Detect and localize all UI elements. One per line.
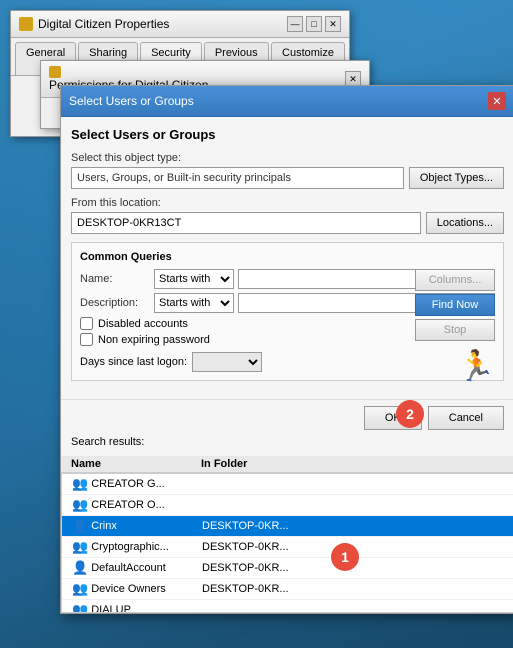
user-icon: 👥 — [72, 497, 88, 513]
result-row[interactable]: 👥 CREATOR G... — [62, 474, 513, 495]
cancel-btn[interactable]: Cancel — [428, 406, 504, 430]
object-types-btn[interactable]: Object Types... — [409, 167, 504, 189]
location-label: From this location: — [71, 197, 504, 209]
sug-title-label: Select Users or Groups — [69, 94, 194, 108]
user-icon: 👤 — [72, 560, 88, 576]
disabled-accounts-checkbox[interactable] — [80, 317, 93, 330]
dialog-footer: OK Cancel — [61, 399, 513, 436]
header-folder: In Folder — [201, 458, 490, 470]
dc-minimize-btn[interactable]: — — [287, 16, 303, 32]
dc-folder-icon — [19, 17, 33, 31]
result-row[interactable]: 👤 DefaultAccount DESKTOP-0KR... — [62, 558, 513, 579]
result-folder: DESKTOP-0KR... — [202, 583, 503, 595]
header-spacer — [490, 458, 504, 470]
non-expiring-label: Non expiring password — [98, 334, 210, 346]
badge-1: 1 — [331, 543, 359, 571]
user-icon: 👥 — [72, 539, 88, 555]
header-name: Name — [71, 458, 201, 470]
badge-2: 2 — [396, 400, 424, 428]
results-header: Name In Folder — [61, 456, 513, 473]
result-row[interactable]: 👤 Crinx DESKTOP-0KR... — [62, 516, 513, 537]
common-queries-label: Common Queries — [80, 251, 495, 263]
stop-btn[interactable]: Stop — [415, 319, 495, 341]
result-row[interactable]: 👥 DIALUP — [62, 600, 513, 613]
results-body[interactable]: 👥 CREATOR G... 👥 CREATOR O... 👤 Crinx DE… — [61, 473, 513, 613]
non-expiring-checkbox[interactable] — [80, 333, 93, 346]
result-name: 👤 Crinx — [72, 518, 202, 534]
user-icon: 👥 — [72, 602, 88, 613]
result-row[interactable]: 👥 Device Owners DESKTOP-0KR... — [62, 579, 513, 600]
running-icon: 🏃 — [458, 352, 495, 382]
user-icon: 👤 — [72, 518, 88, 534]
result-row[interactable]: 👥 Cryptographic... DESKTOP-0KR... — [62, 537, 513, 558]
object-type-input[interactable] — [71, 167, 404, 189]
location-input[interactable] — [71, 212, 421, 234]
days-row: Days since last logon: — [80, 352, 495, 372]
result-row[interactable]: 👥 CREATOR O... — [62, 495, 513, 516]
result-name: 👥 CREATOR O... — [72, 497, 202, 513]
search-results-section: Search results: — [61, 436, 513, 456]
locations-btn[interactable]: Locations... — [426, 212, 504, 234]
sug-close-btn[interactable]: ✕ — [488, 92, 506, 110]
dc-title: Digital Citizen Properties — [19, 17, 169, 31]
perms-icon — [49, 66, 61, 78]
common-queries-box: Common Queries Name: Starts with Descrip… — [71, 242, 504, 381]
user-icon: 👥 — [72, 581, 88, 597]
find-now-btn[interactable]: Find Now — [415, 294, 495, 316]
result-name: 👤 DefaultAccount — [72, 560, 202, 576]
dc-controls: — □ ✕ — [287, 16, 341, 32]
days-label: Days since last logon: — [80, 356, 187, 368]
description-operator-select[interactable]: Starts with — [154, 293, 234, 313]
sug-title-bar: Select Users or Groups ✕ — [61, 86, 513, 117]
result-name: 👥 Cryptographic... — [72, 539, 202, 555]
columns-btn[interactable]: Columns... — [415, 269, 495, 291]
result-name: 👥 DIALUP — [72, 602, 202, 613]
search-results-label: Search results: — [71, 436, 504, 448]
dc-close-btn[interactable]: ✕ — [325, 16, 341, 32]
location-row: Locations... — [71, 212, 504, 234]
result-name: 👥 CREATOR G... — [72, 476, 202, 492]
object-type-label: Select this object type: — [71, 152, 504, 164]
sug-body: Select Users or Groups Select this objec… — [61, 117, 513, 399]
window-sug: Select Users or Groups ✕ Select Users or… — [60, 85, 513, 614]
dc-title-label: Digital Citizen Properties — [38, 17, 169, 31]
days-select[interactable] — [192, 352, 262, 372]
disabled-accounts-label: Disabled accounts — [98, 318, 188, 330]
sug-heading: Select Users or Groups — [71, 127, 504, 142]
name-operator-select[interactable]: Starts with — [154, 269, 234, 289]
dc-maximize-btn[interactable]: □ — [306, 16, 322, 32]
result-name: 👥 Device Owners — [72, 581, 202, 597]
description-label: Description: — [80, 297, 150, 309]
result-folder: DESKTOP-0KR... — [202, 520, 503, 532]
name-label: Name: — [80, 273, 150, 285]
dc-title-bar: Digital Citizen Properties — □ ✕ — [11, 11, 349, 38]
object-type-row: Object Types... — [71, 167, 504, 189]
user-icon: 👥 — [72, 476, 88, 492]
